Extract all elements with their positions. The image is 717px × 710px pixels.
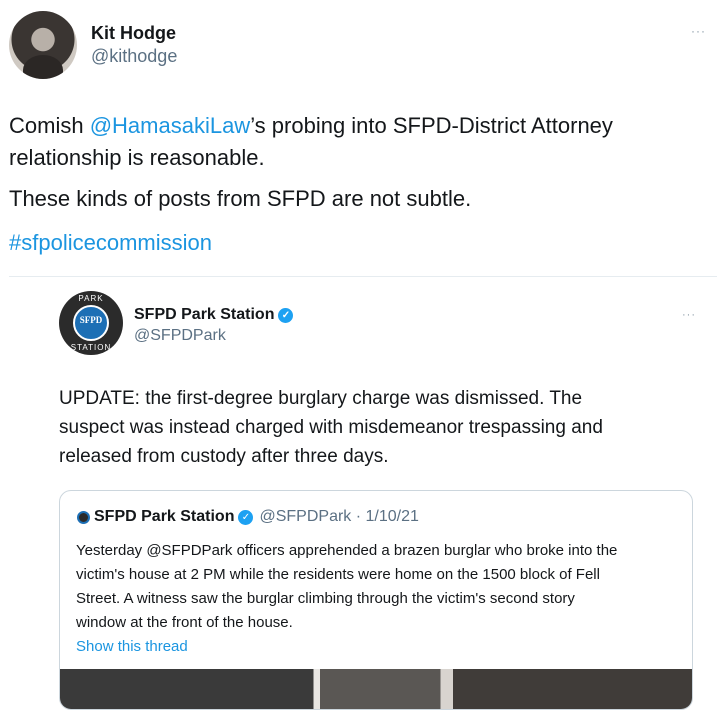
text-fragment: ’s probing into SFPD-District Attorney xyxy=(250,113,613,138)
hashtag-link[interactable]: #sfpolicecommission xyxy=(9,227,212,258)
inner-author-row: SFPD Park Station ✓ @SFPDPark · 1/10/21 xyxy=(77,508,419,526)
quoted-text-line: released from custody after three days. xyxy=(59,446,389,467)
mention-link[interactable]: @HamasakiLaw xyxy=(90,113,251,138)
inner-text-line: window at the front of the house. xyxy=(76,614,293,631)
tweet-text-line: Comish @HamasakiLaw’s probing into SFPD-… xyxy=(9,110,613,141)
inner-text-line: Street. A witness saw the burglar climbi… xyxy=(76,590,575,607)
inner-handle-date: @SFPDPark · 1/10/21 xyxy=(259,508,419,525)
avatar-text-bottom: STATION xyxy=(70,343,112,352)
inner-author-name: SFPD Park Station xyxy=(94,508,235,525)
inner-text-line: victim's house at 2 PM while the residen… xyxy=(76,566,600,583)
author-avatar[interactable] xyxy=(9,11,77,79)
quoted-text-line: UPDATE: the first-degree burglary charge… xyxy=(59,388,583,409)
divider xyxy=(9,276,717,277)
author-name[interactable]: Kit Hodge xyxy=(91,23,176,44)
inner-quoted-tweet-card[interactable]: SFPD Park Station ✓ @SFPDPark · 1/10/21 … xyxy=(59,490,693,710)
more-options-icon[interactable]: ··· xyxy=(691,24,706,38)
quoted-author-name-row[interactable]: SFPD Park Station ✓ xyxy=(134,306,294,324)
quoted-author-avatar[interactable]: PARK SFPD STATION xyxy=(59,291,123,355)
more-options-icon[interactable]: ··· xyxy=(682,309,696,321)
tweet-text-line: These kinds of posts from SFPD are not s… xyxy=(9,186,472,211)
avatar-text-center: SFPD xyxy=(79,315,103,325)
avatar-text-top: PARK xyxy=(78,294,104,303)
quoted-author-name[interactable]: SFPD Park Station xyxy=(134,306,274,324)
author-handle[interactable]: @kithodge xyxy=(91,46,177,67)
show-thread-link[interactable]: Show this thread xyxy=(76,635,188,659)
tweet-text-line: relationship is reasonable. xyxy=(9,145,265,170)
inner-text-line: Yesterday @SFPDPark officers apprehended… xyxy=(76,542,618,559)
inner-author-avatar xyxy=(77,510,90,524)
quoted-text-line: suspect was instead charged with misdeme… xyxy=(59,417,603,438)
verified-badge-icon: ✓ xyxy=(238,509,254,525)
quoted-author-handle[interactable]: @SFPDPark xyxy=(134,327,226,345)
text-fragment: Comish xyxy=(9,113,90,138)
tweet-media-image[interactable] xyxy=(60,669,692,709)
verified-badge-icon: ✓ xyxy=(278,307,294,323)
